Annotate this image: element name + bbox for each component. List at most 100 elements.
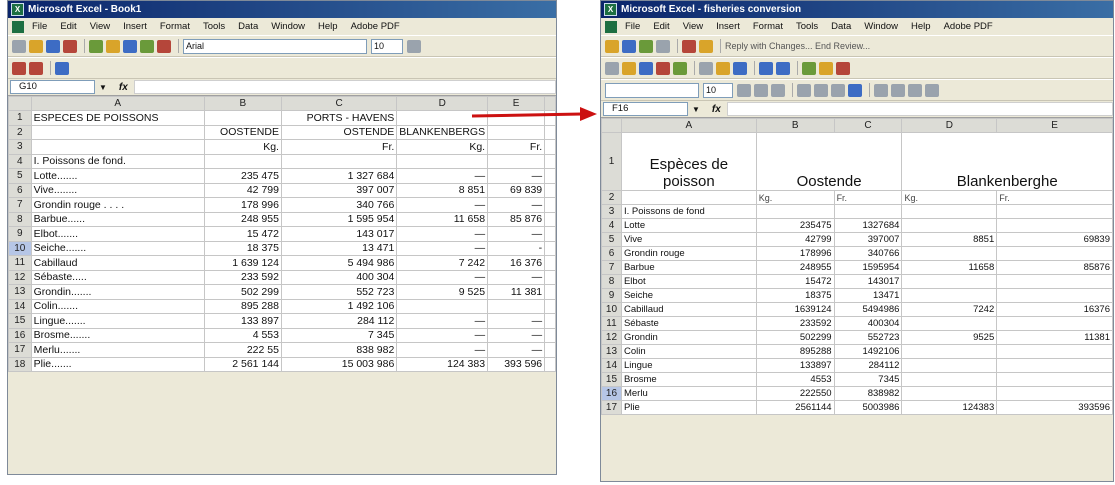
table-cell[interactable]: 7 345 (280, 327, 398, 343)
table-cell[interactable]: 5003986 (833, 400, 903, 415)
new-icon[interactable] (605, 61, 619, 75)
menu-edit[interactable]: Edit (60, 21, 76, 32)
table-cell[interactable]: - (487, 240, 546, 256)
table-cell[interactable]: Brosme (620, 372, 757, 387)
sort-icon[interactable] (836, 61, 850, 75)
table-cell[interactable] (901, 358, 998, 373)
table-cell[interactable]: — (396, 313, 489, 329)
column-header-b[interactable]: B (203, 96, 282, 111)
table-cell[interactable] (755, 204, 835, 219)
row-header[interactable]: 10 (601, 302, 622, 317)
table-cell[interactable] (544, 269, 556, 285)
table-cell[interactable] (396, 298, 489, 314)
row-header[interactable]: 8 (601, 274, 622, 289)
fx-icon[interactable]: fx (712, 104, 721, 115)
table-cell[interactable]: 42 799 (203, 182, 282, 198)
table-cell[interactable]: 1595954 (833, 260, 903, 275)
table-cell[interactable] (544, 226, 556, 242)
print-icon[interactable] (656, 61, 670, 75)
menu-tools[interactable]: Tools (203, 21, 225, 32)
column-header-b[interactable]: B (755, 118, 835, 133)
comment-icon[interactable] (682, 39, 696, 53)
table-cell[interactable]: 11 658 (396, 211, 489, 227)
table-cell[interactable]: Lotte (620, 218, 757, 233)
table-cell[interactable] (544, 240, 556, 256)
row-header[interactable]: 14 (601, 358, 622, 373)
table-cell[interactable]: Vive (620, 232, 757, 247)
table-cell[interactable]: PORTS - HAVENS (280, 110, 398, 126)
table-cell[interactable]: Kg. (396, 139, 489, 155)
row-header[interactable]: 5 (601, 232, 622, 247)
table-cell[interactable]: 133897 (755, 358, 835, 373)
table-cell[interactable]: 9 525 (396, 284, 489, 300)
merge-center-icon[interactable] (848, 83, 862, 97)
menu-adobe-pdf[interactable]: Adobe PDF (944, 21, 993, 32)
save-icon[interactable] (46, 39, 60, 53)
column-header-c[interactable]: C (833, 118, 903, 133)
table-cell[interactable] (996, 246, 1113, 261)
table-cell[interactable]: 1 595 954 (280, 211, 398, 227)
row-header-2[interactable]: 2 (601, 190, 622, 205)
row-header[interactable]: 13 (8, 284, 32, 300)
table-cell[interactable]: 124383 (901, 400, 998, 415)
table-cell[interactable]: 502 299 (203, 284, 282, 300)
review-icon[interactable] (622, 39, 636, 53)
row-header[interactable]: 17 (601, 400, 622, 415)
menu-help[interactable]: Help (318, 21, 338, 32)
table-cell[interactable]: 4 553 (203, 327, 282, 343)
table-cell[interactable]: Seiche....... (30, 240, 205, 256)
bold-icon[interactable] (737, 83, 751, 97)
table-cell[interactable]: 16376 (996, 302, 1113, 317)
table-cell[interactable]: Grondin....... (30, 284, 205, 300)
menu-data[interactable]: Data (831, 21, 851, 32)
table-cell[interactable] (996, 218, 1113, 233)
menu-insert[interactable]: Insert (123, 21, 147, 32)
paste-icon[interactable] (733, 61, 747, 75)
table-cell[interactable] (396, 153, 489, 169)
table-cell[interactable]: 502299 (755, 330, 835, 345)
table-cell[interactable]: Fr. (487, 139, 546, 155)
table-cell[interactable]: Fr. (996, 190, 1113, 205)
table-cell[interactable] (901, 372, 998, 387)
table-cell[interactable]: 340 766 (280, 197, 398, 213)
table-cell[interactable]: Barbue (620, 260, 757, 275)
table-cell[interactable]: Kg. (901, 190, 998, 205)
table-cell[interactable] (544, 298, 556, 314)
table-cell[interactable]: 16 376 (487, 255, 546, 271)
align-center-icon[interactable] (814, 83, 828, 97)
redo-icon[interactable] (776, 61, 790, 75)
table-cell[interactable]: 1 492 106 (280, 298, 398, 314)
table-cell[interactable]: 235 475 (203, 168, 282, 184)
table-cell[interactable]: 895288 (755, 344, 835, 359)
row-header[interactable]: 6 (601, 246, 622, 261)
select-all-corner[interactable] (601, 118, 622, 133)
table-cell[interactable]: 18 375 (203, 240, 282, 256)
table-cell[interactable]: 13471 (833, 288, 903, 303)
table-cell[interactable] (901, 274, 998, 289)
table-cell[interactable] (901, 316, 998, 331)
table-cell[interactable]: 393 596 (487, 356, 546, 372)
row-header[interactable]: 12 (601, 330, 622, 345)
menu-edit[interactable]: Edit (653, 21, 669, 32)
table-cell[interactable]: 9525 (901, 330, 998, 345)
table-cell[interactable]: Sébaste (620, 316, 757, 331)
row-header-1[interactable]: 1 (601, 132, 622, 191)
percent-icon[interactable] (891, 83, 905, 97)
row-header[interactable]: 6 (8, 182, 32, 198)
new-icon[interactable] (12, 39, 26, 53)
table-cell[interactable]: Fr. (280, 139, 398, 155)
row-header[interactable]: 12 (8, 269, 32, 285)
table-cell[interactable]: 1 327 684 (280, 168, 398, 184)
row-header[interactable]: 7 (8, 197, 32, 213)
table-cell[interactable]: 393596 (996, 400, 1113, 415)
row-header[interactable]: 1 (8, 110, 32, 126)
paste-icon[interactable] (106, 39, 120, 53)
help-icon[interactable] (157, 39, 171, 53)
table-cell[interactable]: 552723 (833, 330, 903, 345)
row-header[interactable]: 18 (8, 356, 32, 372)
table-cell[interactable]: Elbot....... (30, 226, 205, 242)
table-cell[interactable]: 895 288 (203, 298, 282, 314)
table-cell[interactable]: 11658 (901, 260, 998, 275)
column-header-a[interactable]: A (620, 118, 757, 133)
menu-format[interactable]: Format (160, 21, 190, 32)
